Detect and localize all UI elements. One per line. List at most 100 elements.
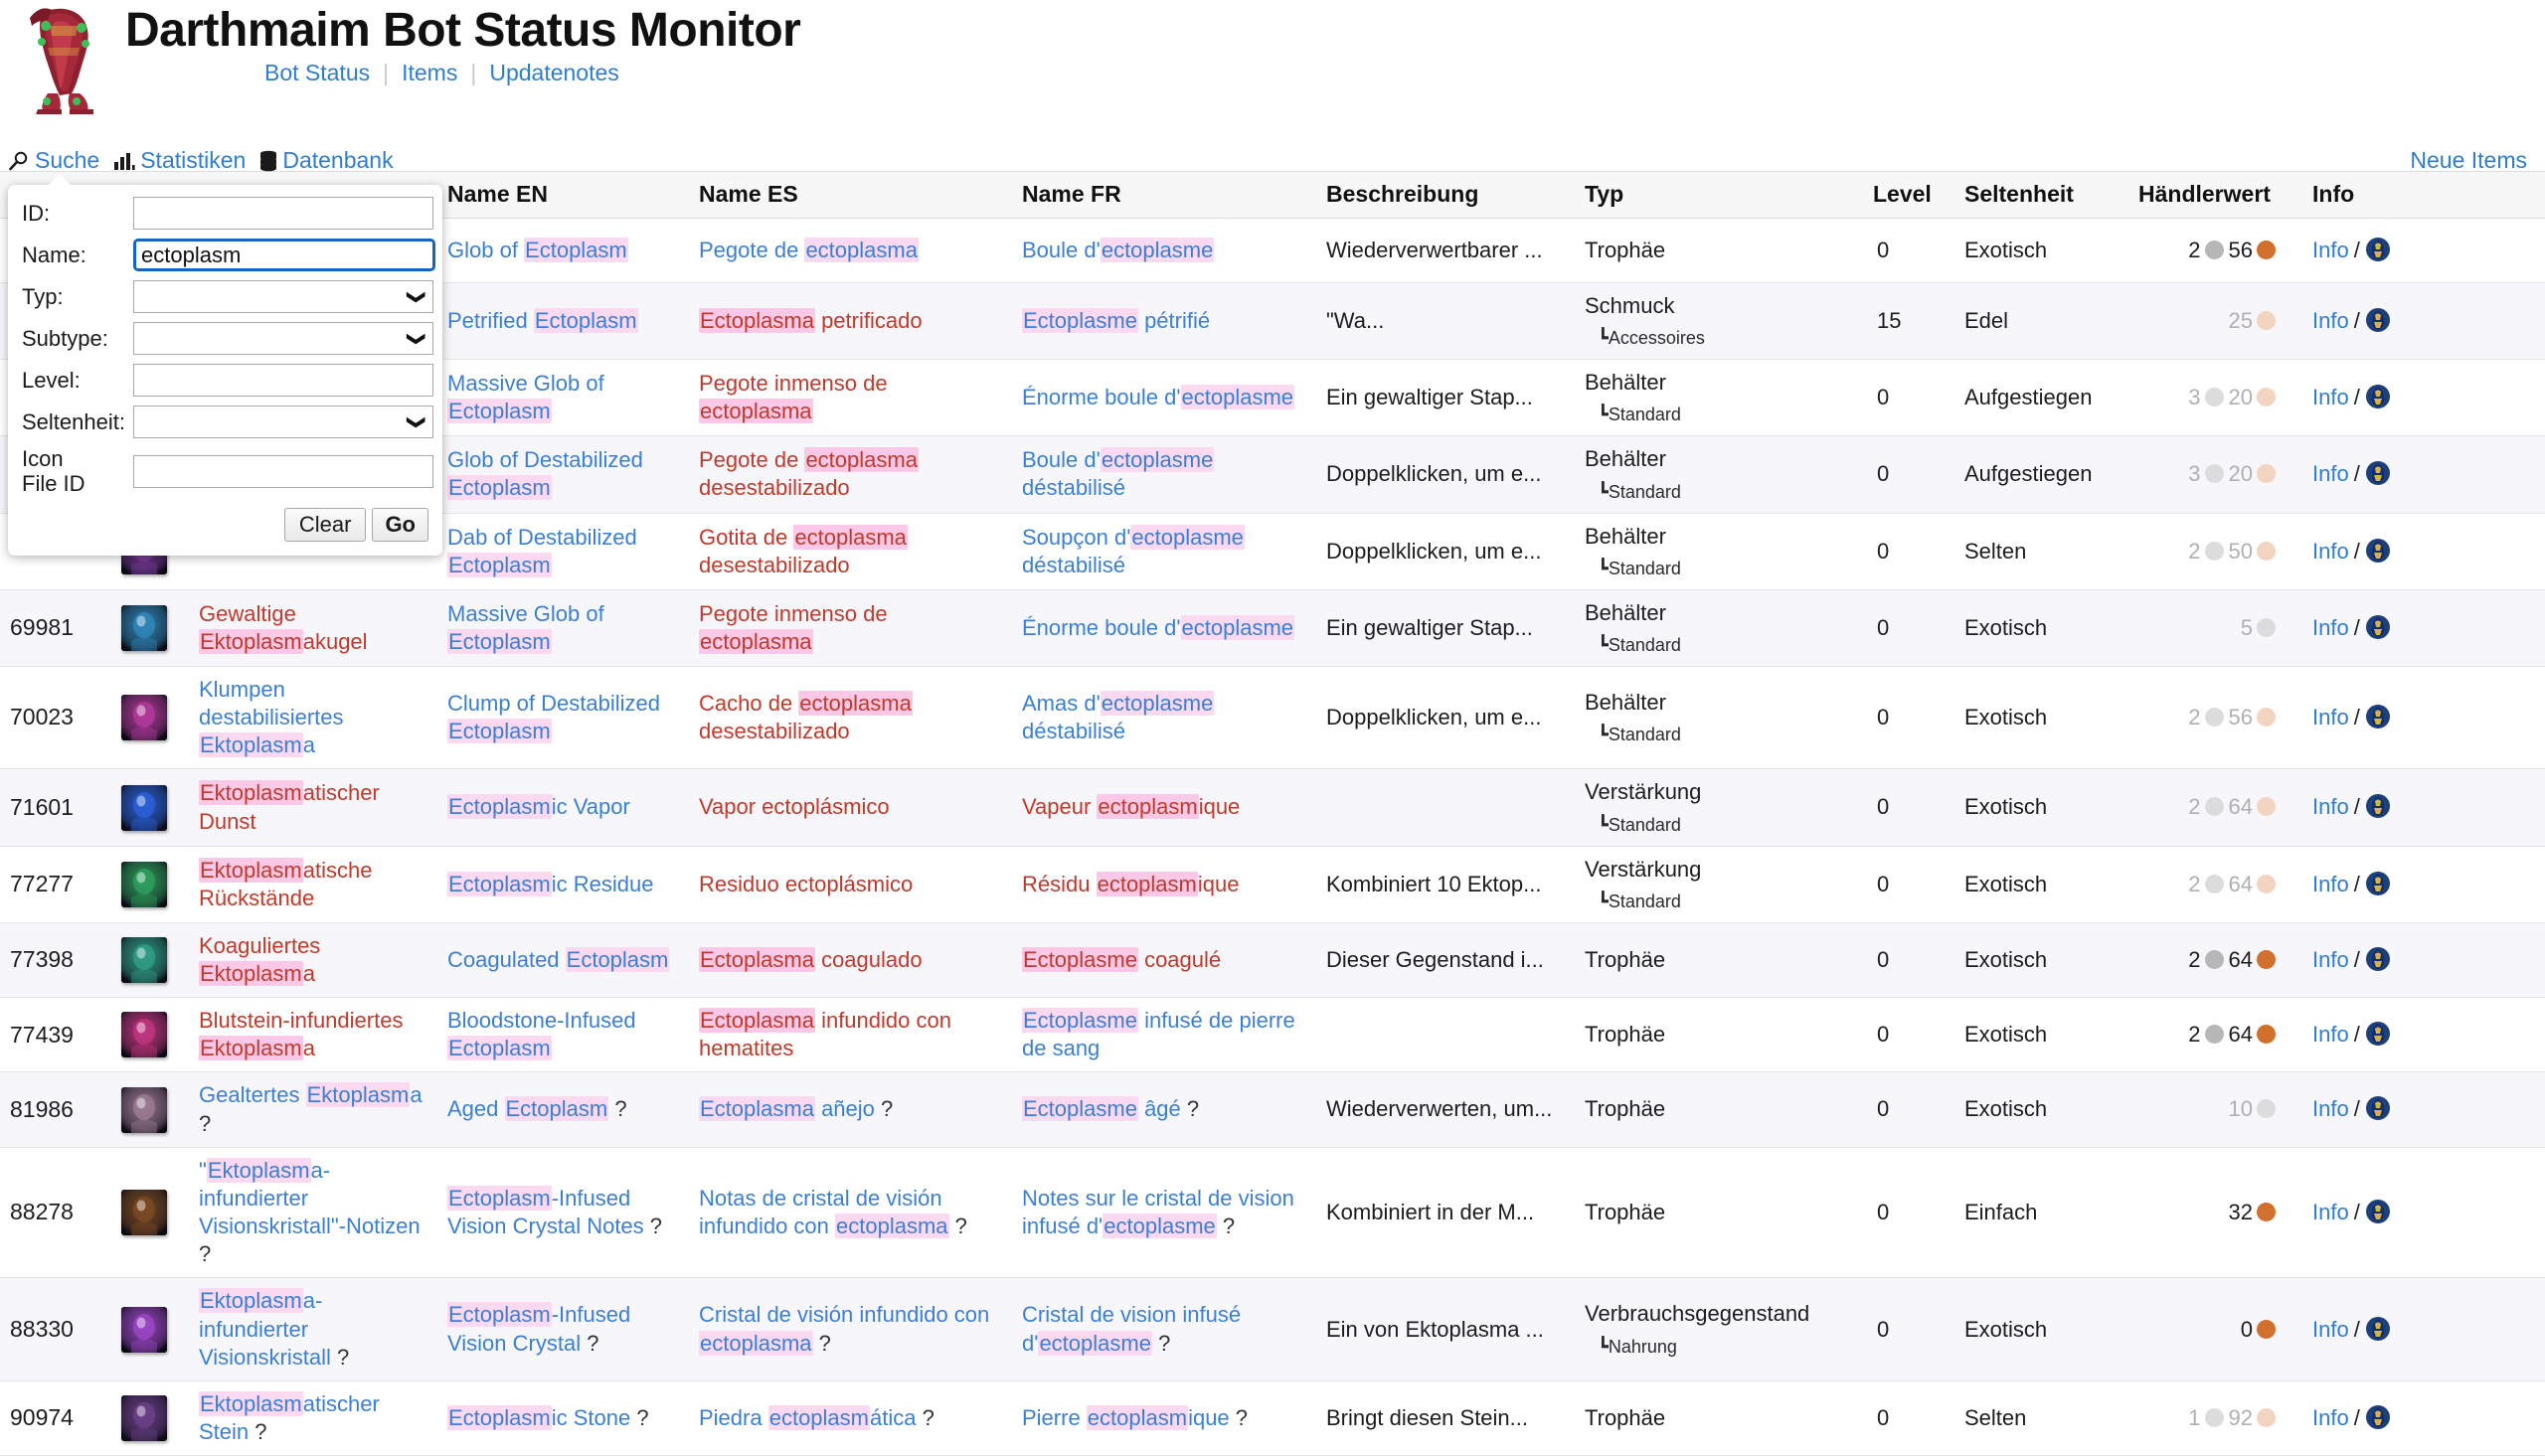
wowhead-link[interactable] <box>2365 1404 2391 1430</box>
search-input-1[interactable] <box>133 239 435 271</box>
wowhead-link[interactable] <box>2365 1199 2391 1224</box>
wowhead-link[interactable] <box>2365 308 2391 333</box>
info-link[interactable]: Info <box>2312 1022 2349 1047</box>
cell-name-fr-link[interactable]: Énorme boule d'ectoplasme <box>1022 385 1295 410</box>
cell-name-es-link[interactable]: Pegote de ectoplasma <box>699 237 919 262</box>
info-link[interactable]: Info <box>2312 308 2349 333</box>
table-row[interactable]: 77277 Ektoplasmatische Rückstände Ectoplas… <box>0 846 2545 923</box>
item-icon[interactable] <box>117 1071 189 1148</box>
cell-name-en-link[interactable]: Dab of Destabilized Ectoplasm <box>447 525 637 577</box>
new-items-link[interactable]: Neue Items <box>2410 147 2527 174</box>
cell-name-de-link[interactable]: Koaguliertes Ektoplasma <box>199 933 320 986</box>
info-link[interactable]: Info <box>2312 794 2349 819</box>
col-header-seltenheit[interactable]: Seltenheit <box>1954 171 2128 219</box>
cell-name-de-link[interactable]: Gewaltige Ektoplasmakugel <box>199 601 368 654</box>
nav-items[interactable]: Items <box>389 60 470 86</box>
col-header-name-en[interactable]: Name EN <box>437 171 689 219</box>
col-header-info[interactable]: Info <box>2302 171 2545 219</box>
search-input-0[interactable] <box>133 197 433 230</box>
cell-name-en-link[interactable]: Ectoplasm-Infused Vision Crystal Notes <box>447 1185 644 1238</box>
cell-name-es-link[interactable]: Cristal de visión infundido con ectoplas… <box>699 1302 989 1356</box>
item-icon[interactable] <box>117 997 189 1073</box>
cell-name-en-link[interactable]: Aged Ectoplasm <box>447 1096 609 1122</box>
cell-name-en-link[interactable]: Massive Glob of Ectoplasm <box>447 371 604 424</box>
item-icon[interactable] <box>117 1277 189 1381</box>
wowhead-link[interactable] <box>2365 461 2391 486</box>
info-link[interactable]: Info <box>2312 615 2349 640</box>
cell-name-es-link[interactable]: Pegote inmenso de ectoplasma <box>699 371 888 424</box>
cell-name-de-link[interactable]: Ektoplasmatischer Stein <box>199 1390 380 1444</box>
cell-name-es-link[interactable]: Ectoplasma infundido con hematites <box>699 1008 951 1060</box>
item-icon[interactable] <box>117 1147 189 1279</box>
cell-name-fr-link[interactable]: Boule d'ectoplasme déstabilisé <box>1022 447 1215 500</box>
info-link[interactable]: Info <box>2312 1200 2349 1224</box>
wowhead-link[interactable] <box>2365 385 2391 409</box>
cell-name-es-link[interactable]: Notas de cristal de visión infundido con… <box>699 1186 949 1239</box>
col-header-level[interactable]: Level <box>1863 171 1954 219</box>
wowhead-link[interactable] <box>2365 1316 2391 1342</box>
toolbar-item-suche[interactable]: Suche <box>8 147 109 174</box>
col-header-name-fr[interactable]: Name FR <box>1012 171 1316 219</box>
cell-name-es-link[interactable]: Pegote de ectoplasma desestabilizado <box>699 447 919 500</box>
info-link[interactable]: Info <box>2312 238 2349 262</box>
cell-name-en-link[interactable]: Glob of Destabilized Ectoplasm <box>447 447 643 501</box>
item-icon[interactable] <box>117 589 189 667</box>
info-link[interactable]: Info <box>2312 539 2349 564</box>
item-icon[interactable] <box>117 666 189 770</box>
cell-name-de-link[interactable]: Klumpen destabilisiertes Ektoplasma <box>199 677 344 758</box>
cell-name-en-link[interactable]: Glob of Ectoplasm <box>447 237 628 262</box>
table-row[interactable]: 81986 Gealtertes Ektoplasma ? Aged Ectopla… <box>0 1071 2545 1148</box>
item-icon[interactable] <box>117 1380 189 1456</box>
info-link[interactable]: Info <box>2312 872 2349 896</box>
cell-name-en-link[interactable]: Ectoplasm-Infused Vision Crystal <box>447 1302 630 1356</box>
cell-name-de-link[interactable]: Gealtertes Ektoplasma <box>199 1082 423 1108</box>
cell-name-de-link[interactable]: "Ektoplasma-infundierter Visionskristall… <box>199 1157 421 1238</box>
cell-name-de-link[interactable]: Blutstein-infundiertes Ektoplasma <box>199 1008 403 1061</box>
nav-bot-status[interactable]: Bot Status <box>264 60 383 86</box>
cell-name-fr-link[interactable]: Boule d'ectoplasme <box>1022 237 1215 262</box>
search-input-4[interactable] <box>133 364 433 397</box>
cell-name-fr-link[interactable]: Cristal de vision infusé d'ectoplasme <box>1022 1302 1241 1356</box>
search-select-3[interactable] <box>133 322 433 355</box>
cell-name-es-link[interactable]: Pegote inmenso de ectoplasma <box>699 601 888 654</box>
cell-name-es-link[interactable]: Residuo ectoplásmico <box>699 872 913 896</box>
table-row[interactable]: 71601 Ektoplasmatischer Dunst Ectoplasmic … <box>0 768 2545 847</box>
item-icon[interactable] <box>117 768 189 847</box>
cell-name-fr-link[interactable]: Notes sur le cristal de vision infusé d'… <box>1022 1186 1294 1239</box>
col-header-haendlerwert[interactable]: Händlerwert <box>2128 171 2302 219</box>
wowhead-link[interactable] <box>2365 871 2391 896</box>
cell-name-es-link[interactable]: Ectoplasma petrificado <box>699 308 923 334</box>
item-icon[interactable] <box>117 846 189 923</box>
cell-name-fr-link[interactable]: Vapeur ectoplasmique <box>1022 794 1240 820</box>
search-select-2[interactable] <box>133 280 433 313</box>
cell-name-es-link[interactable]: Piedra ectoplasmática <box>699 1404 916 1430</box>
col-header-name-es[interactable]: Name ES <box>689 171 1012 219</box>
info-link[interactable]: Info <box>2312 461 2349 486</box>
cell-name-fr-link[interactable]: Amas d'ectoplasme déstabilisé <box>1022 691 1215 743</box>
col-header-typ[interactable]: Typ <box>1575 171 1863 219</box>
toolbar-item-statistiken[interactable]: Statistiken <box>113 147 255 174</box>
info-link[interactable]: Info <box>2312 705 2349 729</box>
table-row[interactable]: 69981 Gewaltige Ektoplasmakugel Massive Gl… <box>0 589 2545 667</box>
wowhead-link[interactable] <box>2365 237 2391 262</box>
info-link[interactable]: Info <box>2312 1317 2349 1342</box>
cell-name-en-link[interactable]: Massive Glob of Ectoplasm <box>447 601 604 654</box>
cell-name-de-link[interactable]: Ektoplasma-infundierter Visionskristall <box>199 1288 331 1370</box>
toolbar-item-datenbank[interactable]: Datenbank <box>259 147 403 174</box>
go-button[interactable]: Go <box>372 508 428 543</box>
cell-name-fr-link[interactable]: Énorme boule d'ectoplasme <box>1022 614 1295 640</box>
info-link[interactable]: Info <box>2312 385 2349 409</box>
cell-name-en-link[interactable]: Ectoplasmic Residue <box>447 871 653 896</box>
cell-name-es-link[interactable]: Ectoplasma añejo <box>699 1096 875 1122</box>
search-input-6[interactable] <box>133 455 433 489</box>
col-header-beschreibung[interactable]: Beschreibung <box>1316 171 1575 219</box>
cell-name-en-link[interactable]: Clump of Destabilized Ectoplasm <box>447 691 660 744</box>
cell-name-es-link[interactable]: Ectoplasma coagulado <box>699 946 923 972</box>
wowhead-link[interactable] <box>2365 794 2391 819</box>
item-icon[interactable] <box>117 922 189 999</box>
cell-name-de-link[interactable]: Ektoplasmatische Rückstände <box>199 857 372 910</box>
table-row[interactable]: 70023 Klumpen destabilisiertes Ektoplasma… <box>0 666 2545 770</box>
cell-name-fr-link[interactable]: Ectoplasme coagulé <box>1022 946 1221 972</box>
cell-name-de-link[interactable]: Ektoplasmatischer Dunst <box>199 780 380 834</box>
table-row[interactable]: 88278 "Ektoplasma-infundierter Visionskri… <box>0 1147 2545 1279</box>
